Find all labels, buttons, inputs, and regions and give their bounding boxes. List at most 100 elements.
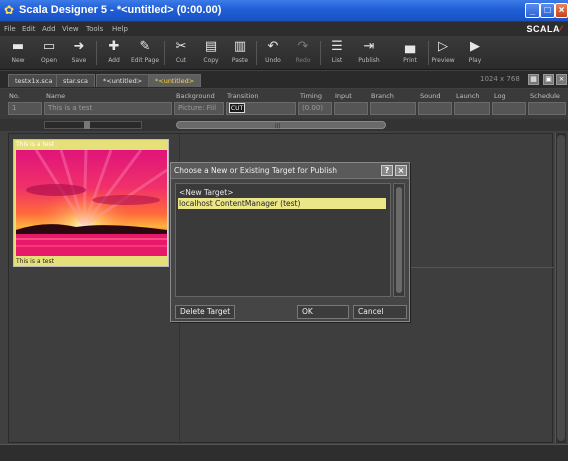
row-launch-cell[interactable] — [454, 102, 490, 115]
row-name-cell[interactable]: This is a test — [44, 102, 172, 115]
paste-icon: ▥ — [233, 39, 247, 54]
menu-tools[interactable]: Tools — [86, 25, 103, 33]
col-input: Input — [335, 92, 352, 100]
paste-button[interactable]: ▥ Paste — [223, 38, 257, 68]
title-bar: ✿ Scala Designer 5 - *<untitled> (0:00.0… — [0, 0, 568, 22]
edit-page-icon: ✎ — [139, 39, 151, 54]
redo-icon: ↷ — [297, 39, 309, 54]
cut-icon: ✂ — [175, 39, 187, 54]
list-button[interactable]: ☰ List — [320, 38, 354, 68]
col-background: Background — [176, 92, 215, 100]
resolution-readout: 1024 x 768 — [480, 75, 520, 83]
scala-app-icon: ✿ — [4, 3, 15, 17]
tab-untitled-2[interactable]: *<untitled> — [148, 74, 202, 87]
open-button[interactable]: ▭ Open — [32, 38, 66, 68]
publish-button[interactable]: ⇥ Publish — [352, 38, 386, 68]
menu-edit[interactable]: Edit — [22, 25, 36, 33]
row-branch-cell[interactable] — [370, 102, 416, 115]
minimize-button[interactable]: _ — [525, 3, 540, 18]
edit-page-button[interactable]: ✎ Edit Page — [128, 38, 162, 68]
menu-bar: File Edit Add View Tools Help SCALA⁄ — [0, 22, 568, 36]
thumbnail-view-icon[interactable]: ▣ — [543, 74, 554, 85]
close-window-button[interactable]: × — [555, 3, 568, 18]
row-log-cell[interactable] — [492, 102, 526, 115]
redo-button[interactable]: ↷ Redo — [286, 38, 320, 68]
name-column-track — [44, 121, 142, 129]
sunset-image — [16, 150, 167, 256]
row-sound-cell[interactable] — [418, 102, 452, 115]
col-launch: Launch — [456, 92, 480, 100]
dialog-title-bar: Choose a New or Existing Target for Publ… — [171, 163, 409, 179]
print-icon: ▄ — [405, 39, 415, 54]
page-thumbnail[interactable]: This is a test This is a test — [13, 139, 169, 267]
save-button[interactable]: ➜ Save — [62, 38, 96, 68]
menu-add[interactable]: Add — [42, 25, 56, 33]
open-icon: ▭ — [42, 39, 56, 54]
grid-view-icon[interactable]: ▦ — [528, 74, 539, 85]
target-new-item[interactable]: <New Target> — [178, 187, 234, 198]
row-number-cell[interactable]: 1 — [8, 102, 42, 115]
window-title: Scala Designer 5 - *<untitled> (0:00.00) — [19, 4, 222, 16]
col-name: Name — [46, 92, 66, 100]
add-button[interactable]: ✚ Add — [97, 38, 131, 68]
close-tab-icon[interactable]: × — [556, 74, 567, 85]
dialog-title: Choose a New or Existing Target for Publ… — [174, 166, 337, 175]
column-resize-handle[interactable] — [84, 121, 90, 129]
col-sound: Sound — [420, 92, 441, 100]
maximize-button[interactable]: □ — [540, 3, 555, 18]
col-branch: Branch — [371, 92, 394, 100]
script-columns: No. Name Background Transition Timing In… — [0, 89, 568, 119]
help-button[interactable]: ? — [381, 165, 393, 176]
tab-testx1x[interactable]: testx1x.sca — [8, 74, 60, 87]
preview-button[interactable]: ▷ Preview — [426, 38, 460, 68]
document-tab-bar: testx1x.sca star.sca *<untitled> *<untit… — [0, 71, 568, 88]
row-background-cell[interactable]: Picture: Fill — [174, 102, 224, 115]
new-button[interactable]: ▬ New — [1, 38, 35, 68]
row-schedule-cell[interactable] — [528, 102, 566, 115]
scroll-grip-icon: ||| — [275, 123, 281, 129]
vertical-scroll-thumb[interactable] — [557, 135, 565, 441]
vertical-scrollbar[interactable] — [555, 133, 566, 443]
play-button[interactable]: ▶ Play — [458, 38, 492, 68]
horizontal-scrollbar[interactable]: ||| — [176, 121, 386, 129]
scala-logo: SCALA⁄ — [526, 24, 562, 34]
row-timing-cell[interactable]: (0.00) — [298, 102, 332, 115]
delete-target-button[interactable]: Delete Target — [175, 305, 235, 319]
col-log: Log — [494, 92, 506, 100]
status-bar — [0, 444, 568, 461]
target-localhost-item[interactable]: localhost ContentManager (test) — [178, 198, 386, 209]
print-button[interactable]: ▄ Print — [393, 38, 427, 68]
thumbnail-caption: This is a test — [16, 258, 54, 265]
tab-star[interactable]: star.sca — [56, 74, 96, 87]
target-list-scrollbar[interactable] — [393, 183, 405, 297]
list-icon: ☰ — [331, 39, 343, 54]
col-timing: Timing — [300, 92, 322, 100]
col-schedule: Schedule — [530, 92, 560, 100]
cancel-button[interactable]: Cancel — [353, 305, 407, 319]
dialog-close-button[interactable]: × — [395, 165, 407, 176]
scala-designer-window: ✿ Scala Designer 5 - *<untitled> (0:00.0… — [0, 0, 568, 461]
undo-icon: ↶ — [267, 39, 279, 54]
publish-target-dialog: Choose a New or Existing Target for Publ… — [170, 162, 410, 322]
menu-view[interactable]: View — [62, 25, 79, 33]
play-icon: ▶ — [470, 39, 480, 54]
thumbnail-title: This is a test — [16, 141, 54, 148]
col-no: No. — [9, 92, 20, 100]
undo-button[interactable]: ↶ Undo — [256, 38, 290, 68]
transition-cut-button[interactable]: CUT — [229, 103, 245, 113]
main-toolbar: ▬ New ▭ Open ➜ Save ✚ Add ✎ Edit Page ✂ Cut ▤ C… — [0, 36, 568, 70]
target-list: <New Target> localhost ContentManager (t… — [175, 183, 391, 297]
ok-button[interactable]: OK — [297, 305, 349, 319]
menu-help[interactable]: Help — [112, 25, 128, 33]
preview-icon: ▷ — [438, 39, 448, 54]
col-transition: Transition — [227, 92, 259, 100]
tab-untitled-1[interactable]: *<untitled> — [96, 74, 150, 87]
menu-file[interactable]: File — [4, 25, 16, 33]
target-list-scroll-thumb[interactable] — [396, 187, 402, 293]
row-input-cell[interactable] — [334, 102, 368, 115]
new-icon: ▬ — [11, 39, 25, 54]
timeline-row: ||| — [0, 119, 568, 131]
cut-button[interactable]: ✂ Cut — [164, 38, 198, 68]
publish-icon: ⇥ — [363, 39, 375, 54]
save-icon: ➜ — [73, 39, 85, 54]
